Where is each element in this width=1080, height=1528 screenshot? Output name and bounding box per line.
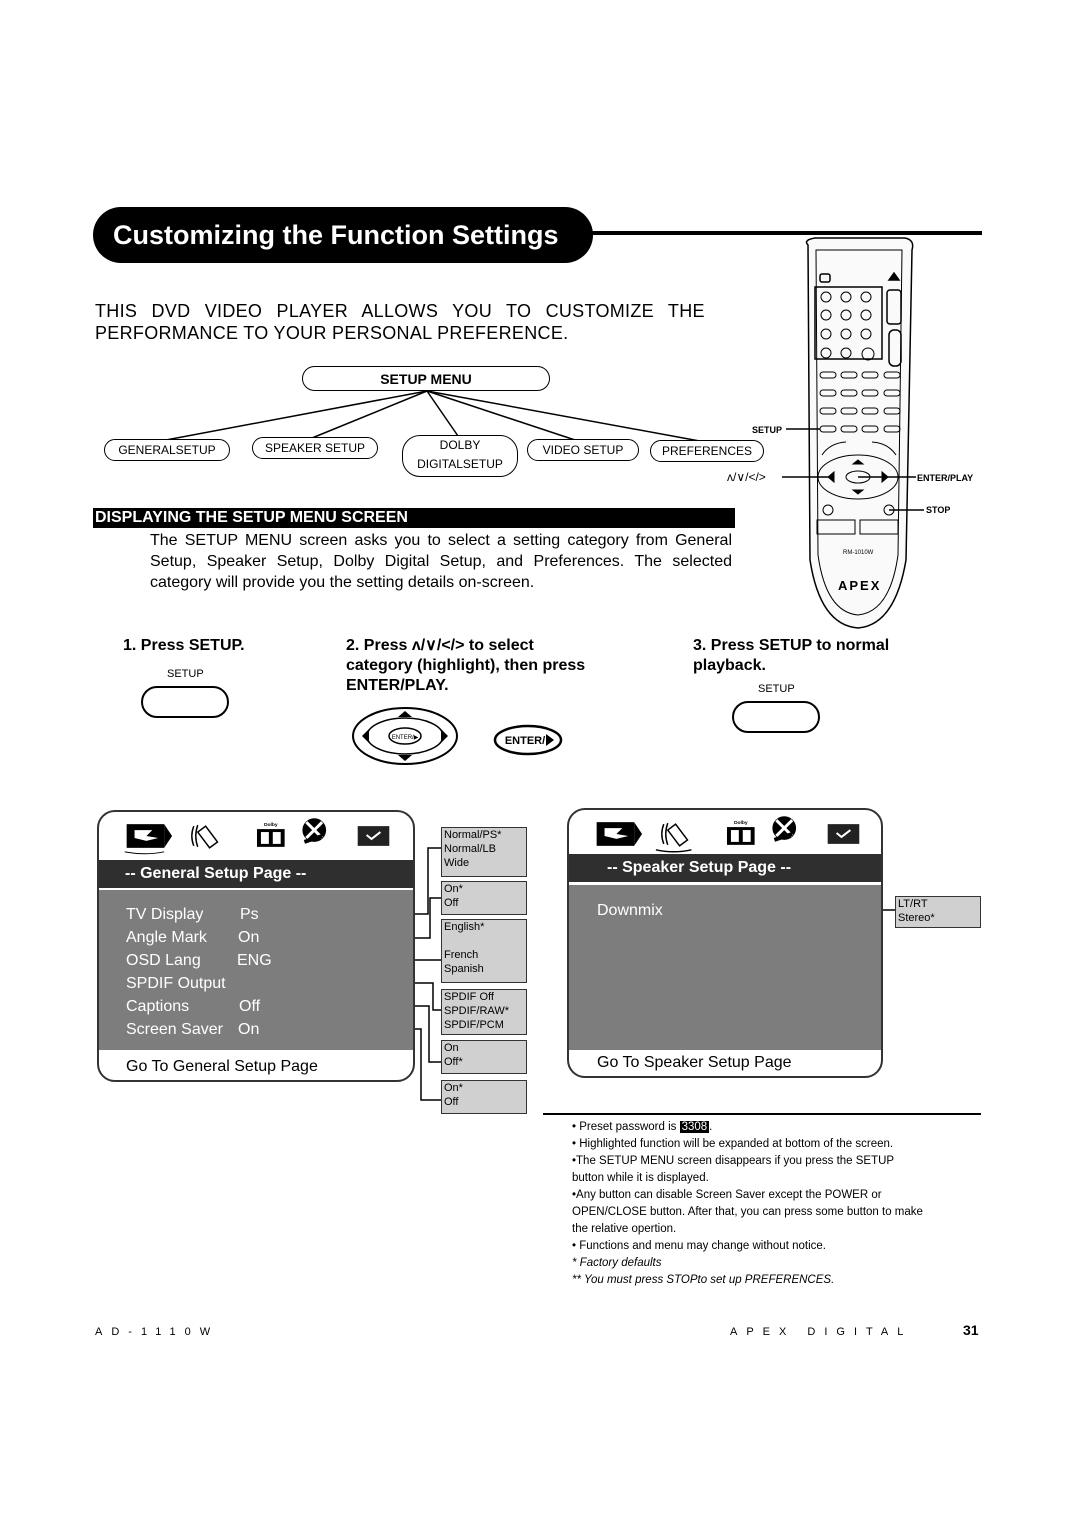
note-password: • Preset password is 3308.: [572, 1121, 713, 1133]
step-2-line-1: 2. Press ʌ/∨/</> to select: [346, 637, 534, 654]
option-box-captions: On Off*: [441, 1040, 527, 1074]
osd-value-osd-lang: ENG: [237, 952, 272, 969]
preferences-check-icon: [357, 826, 390, 846]
remote-label-setup: SETUP: [752, 425, 783, 435]
remote-control-illustration: [782, 237, 924, 629]
general-setup-osd: Dolby -- General Setup Page -- TV Displa…: [97, 810, 415, 1082]
tree-node-video-setup: VIDEO SETUP: [527, 439, 639, 461]
page-title: Customizing the Function Settings: [93, 207, 593, 263]
tree-line-video: [426, 390, 576, 441]
remote-label-enter-play: ENTER/PLAY: [917, 473, 974, 483]
svg-text:Dolby: Dolby: [734, 820, 748, 826]
tv-display-icon: [596, 822, 643, 846]
speaker-setup-footer[interactable]: Go To Speaker Setup Page: [597, 1054, 881, 1072]
osd-value-screen-saver: On: [238, 1021, 260, 1038]
step-1-title: 1. Press SETUP.: [123, 637, 245, 654]
osd-value-tv-display: Ps: [240, 906, 259, 923]
setup-button-illustration: [141, 686, 229, 718]
section-heading: DISPLAYING THE SETUP MENU SCREEN: [93, 508, 735, 528]
speaker-icon: [655, 822, 692, 853]
osd-item-screen-saver[interactable]: Screen Saver: [126, 1021, 223, 1039]
step-1-button-label: SETUP: [167, 668, 204, 680]
dolby-icon: Dolby: [726, 820, 755, 845]
footer-brand: APEX DIGITAL: [730, 1326, 913, 1338]
step-3-line-2: playback.: [693, 657, 766, 674]
intro-line-2: PERFORMANCE TO YOUR PERSONAL PREFERENCE.: [95, 323, 569, 343]
speaker-setup-osd: Dolby -- Speaker Setup Page -- Downmix G…: [567, 808, 883, 1078]
intro-text: THIS DVD VIDEO PLAYER ALLOWS YOU TO CUST…: [95, 300, 715, 344]
note-factory-defaults: * Factory defaults: [572, 1257, 662, 1269]
osd-value-captions: Off: [239, 998, 261, 1015]
section-body: The SETUP MENU screen asks you to select…: [150, 532, 732, 591]
step-2-title: 2. Press ʌ/∨/</> to select category (hig…: [346, 636, 585, 696]
general-setup-header: -- General Setup Page --: [99, 860, 413, 888]
dolby-icon: Dolby: [256, 822, 285, 847]
preferences-check-icon: [827, 824, 860, 844]
step-3-title: 3. Press SETUP to normal playback.: [693, 636, 889, 676]
option-box-tv-display: Normal/PS* Normal/LB Wide: [441, 827, 527, 877]
osd-item-captions[interactable]: Captions: [126, 998, 189, 1016]
password-badge: 3308: [679, 1121, 710, 1133]
remote-model: RM-1010W: [843, 550, 874, 556]
remote-brand-logo: APEX: [838, 578, 882, 593]
svg-text:Dolby: Dolby: [264, 822, 278, 828]
tree-line-speaker: [311, 390, 428, 439]
speaker-setup-header: -- Speaker Setup Page --: [569, 854, 881, 882]
note-setup-disappears-2: button while it is displayed.: [572, 1172, 709, 1184]
note-functions-change: • Functions and menu may change without …: [572, 1240, 826, 1252]
tree-node-dolby-digital-setup: DOLBY DIGITALSETUP: [402, 435, 518, 477]
tv-display-icon: [124, 824, 173, 855]
tree-line-general: [165, 390, 428, 441]
osd-item-tv-display[interactable]: TV Display: [126, 906, 203, 924]
step-3-line-1: 3. Press SETUP to normal: [693, 637, 890, 654]
osd-item-osd-lang[interactable]: OSD Lang: [126, 952, 201, 970]
osd-value-angle-mark: On: [238, 929, 260, 946]
note-screen-saver-2: OPEN/CLOSE button. After that, you can p…: [572, 1206, 923, 1218]
general-setup-footer[interactable]: Go To General Setup Page: [126, 1058, 413, 1076]
tree-node-preferences: PREFERENCES: [650, 440, 764, 462]
tree-node-speaker-setup: SPEAKER SETUP: [252, 437, 378, 459]
note-screen-saver: •Any button can disable Screen Saver exc…: [572, 1189, 882, 1201]
video-reel-icon: [772, 816, 797, 842]
osd-item-downmix[interactable]: Downmix: [597, 902, 663, 920]
option-box-spdif-output: SPDIF Off SPDIF/RAW* SPDIF/PCM: [441, 989, 527, 1035]
tree-node-general-setup: GENERALSETUP: [104, 439, 230, 461]
osd-item-spdif-output[interactable]: SPDIF Output: [126, 975, 226, 993]
footer-model: AD-1110W: [95, 1326, 220, 1338]
osd-icon-bar-speaker: Dolby: [596, 816, 860, 853]
remote-label-stop: STOP: [926, 505, 951, 515]
page-number: 31: [963, 1322, 979, 1338]
step-3-button-label: SETUP: [758, 683, 795, 695]
speaker-icon: [191, 824, 219, 849]
dpad-center-label: ENTER/▶: [392, 735, 419, 741]
svg-text:ENTER/: ENTER/: [505, 735, 545, 747]
step-2-line-3: ENTER/PLAY.: [346, 677, 449, 694]
intro-line-1: THIS DVD VIDEO PLAYER ALLOWS YOU TO CUST…: [95, 301, 705, 321]
notes-list: • Preset password is 3308. • Highlighted…: [572, 1119, 982, 1289]
setup-button-illustration-2: [732, 701, 820, 733]
video-reel-icon: [302, 818, 327, 844]
notes-rule: [543, 1113, 981, 1115]
tree-line-dolby: [426, 390, 459, 437]
option-box-osd-lang: English* French Spanish: [441, 919, 527, 983]
note-screen-saver-3: the relative opertion.: [572, 1223, 677, 1235]
osd-icon-bar: Dolby: [124, 818, 390, 855]
remote-label-arrows: ʌ/∨/</>: [727, 470, 766, 484]
setup-menu-root: SETUP MENU: [302, 366, 550, 391]
osd-item-angle-mark[interactable]: Angle Mark: [126, 929, 207, 947]
enter-button-illustration: ENTER/: [493, 724, 563, 756]
step-2-line-2: category (highlight), then press: [346, 657, 586, 674]
option-box-downmix: LT/RT Stereo*: [895, 896, 981, 928]
note-setup-disappears: •The SETUP MENU screen disappears if you…: [572, 1155, 895, 1167]
option-box-angle-mark: On* Off: [441, 881, 527, 915]
option-box-screen-saver: On* Off: [441, 1080, 527, 1114]
tree-node-dolby-line2: DIGITALSETUP: [417, 457, 503, 471]
dpad-illustration: ENTER/▶: [352, 707, 458, 765]
tree-node-dolby-line1: DOLBY: [439, 438, 481, 452]
title-rule: [590, 231, 982, 235]
note-highlighted: • Highlighted function will be expanded …: [572, 1138, 894, 1150]
note-stop-preferences: ** You must press STOPto set up PREFEREN…: [572, 1274, 835, 1286]
